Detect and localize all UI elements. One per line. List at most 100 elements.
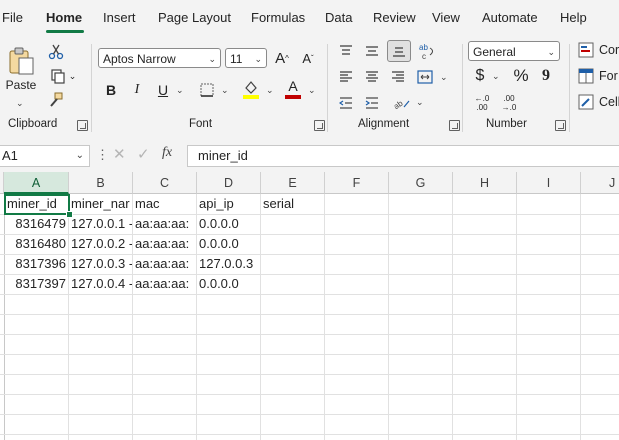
cancel-icon[interactable]: ✕ — [113, 145, 126, 163]
wrap-text-button[interactable]: ab c — [417, 40, 437, 62]
decrease-font-size-button[interactable]: Aˇ — [298, 48, 318, 68]
underline-dropdown-caret[interactable]: ⌄ — [176, 85, 184, 96]
cell-d3[interactable]: 0.0.0.0 — [196, 234, 260, 254]
format-as-table-button[interactable] — [578, 68, 594, 84]
align-left-button[interactable] — [337, 68, 355, 86]
cell-b5[interactable]: 127.0.0.4 - — [68, 274, 132, 294]
font-color-button[interactable]: A — [283, 78, 303, 100]
cell-a5[interactable]: 8317397 — [4, 274, 68, 294]
chevron-down-icon[interactable]: ⌄ — [76, 146, 84, 166]
cut-button[interactable] — [46, 42, 66, 62]
cell-styles-button[interactable] — [578, 94, 594, 110]
bold-button[interactable]: B — [103, 80, 119, 100]
merge-dropdown-caret[interactable]: ⌄ — [440, 72, 448, 83]
number-format-select[interactable]: General ⌄ — [468, 41, 560, 61]
column-header-a[interactable]: A — [4, 172, 69, 194]
cell-b1[interactable]: miner_nar — [68, 194, 132, 214]
cell-c1[interactable]: mac — [132, 194, 196, 214]
fill-handle[interactable] — [66, 211, 73, 218]
cell-a3[interactable]: 8316480 — [4, 234, 68, 254]
column-header-j[interactable]: J — [581, 172, 619, 194]
conditional-formatting-button[interactable] — [578, 42, 594, 58]
align-right-button[interactable] — [389, 68, 407, 86]
cell-d2[interactable]: 0.0.0.0 — [196, 214, 260, 234]
column-header-h[interactable]: H — [453, 172, 517, 194]
column-header-b[interactable]: B — [69, 172, 133, 194]
paste-button[interactable]: Paste — [4, 42, 38, 96]
spreadsheet-grid[interactable]: A B C D E F G H I J miner_id miner_nar m… — [0, 172, 619, 440]
comma-style-button[interactable]: 9 — [538, 66, 554, 86]
column-header-c[interactable]: C — [133, 172, 197, 194]
copy-button[interactable]: ⌄ — [46, 66, 80, 86]
cell-d4[interactable]: 127.0.0.3 — [196, 254, 260, 274]
currency-dropdown-caret[interactable]: ⌄ — [492, 71, 500, 82]
cell-a4[interactable]: 8317396 — [4, 254, 68, 274]
cell-d5[interactable]: 0.0.0.0 — [196, 274, 260, 294]
merge-center-button[interactable] — [415, 67, 435, 87]
cell-c3[interactable]: aa:aa:aa: — [132, 234, 196, 254]
increase-indent-button[interactable] — [363, 94, 381, 112]
tab-insert[interactable]: Insert — [103, 10, 136, 25]
gridline — [260, 194, 261, 440]
increase-indent-icon — [365, 97, 378, 109]
cell-e1[interactable]: serial — [260, 194, 324, 214]
align-center-button[interactable] — [363, 68, 381, 86]
tab-file[interactable]: File — [2, 10, 23, 25]
tab-data[interactable]: Data — [325, 10, 352, 25]
italic-button[interactable]: I — [129, 80, 145, 100]
cell-d1[interactable]: api_ip — [196, 194, 260, 214]
cell-styles-label: Cell — [599, 95, 619, 109]
tab-page-layout[interactable]: Page Layout — [158, 10, 231, 25]
cell-c4[interactable]: aa:aa:aa: — [132, 254, 196, 274]
currency-button[interactable]: $ — [472, 66, 488, 86]
formula-input[interactable]: miner_id — [187, 145, 619, 167]
fill-color-button[interactable] — [241, 78, 261, 100]
paste-label: Paste — [5, 78, 37, 92]
increase-decimal-button[interactable]: ←.0 .00 — [470, 93, 494, 113]
font-name-select[interactable]: Aptos Narrow ⌄ — [98, 48, 221, 68]
tab-help[interactable]: Help — [560, 10, 587, 25]
borders-button[interactable] — [197, 80, 217, 100]
cell-c5[interactable]: aa:aa:aa: — [132, 274, 196, 294]
font-color-dropdown-caret[interactable]: ⌄ — [308, 85, 316, 96]
tab-view[interactable]: View — [432, 10, 460, 25]
format-painter-button[interactable] — [46, 90, 66, 110]
column-header-f[interactable]: F — [325, 172, 389, 194]
align-bottom-button[interactable] — [387, 40, 411, 62]
align-top-button[interactable] — [337, 42, 355, 60]
cell-c2[interactable]: aa:aa:aa: — [132, 214, 196, 234]
tab-review[interactable]: Review — [373, 10, 416, 25]
cell-a2[interactable]: 8316479 — [4, 214, 68, 234]
paste-dropdown-caret[interactable]: ⌄ — [16, 98, 24, 109]
column-header-e[interactable]: E — [261, 172, 325, 194]
column-header-g[interactable]: G — [389, 172, 453, 194]
align-middle-button[interactable] — [363, 42, 381, 60]
insert-function-icon[interactable]: fx — [162, 145, 172, 161]
increase-font-size-button[interactable]: A ^ — [272, 48, 292, 68]
tab-formulas[interactable]: Formulas — [251, 10, 305, 25]
cell-b3[interactable]: 127.0.0.2 - — [68, 234, 132, 254]
column-header-i[interactable]: I — [517, 172, 581, 194]
clipboard-dialog-launcher[interactable] — [77, 120, 88, 131]
name-box[interactable]: A1 ⌄ — [0, 145, 90, 167]
font-size-select[interactable]: 11 ⌄ — [225, 48, 267, 68]
fill-color-dropdown-caret[interactable]: ⌄ — [266, 85, 274, 96]
underline-button[interactable]: U — [155, 80, 171, 100]
decrease-decimal-button[interactable]: .00 →.0 — [497, 93, 521, 113]
cell-b2[interactable]: 127.0.0.1 - — [68, 214, 132, 234]
percent-button[interactable]: % — [510, 66, 532, 86]
column-header-d[interactable]: D — [197, 172, 261, 194]
number-dialog-launcher[interactable] — [555, 120, 566, 131]
borders-dropdown-caret[interactable]: ⌄ — [221, 85, 229, 96]
gridline — [0, 414, 619, 415]
enter-check-icon[interactable]: ✓ — [137, 145, 150, 163]
font-dialog-launcher[interactable] — [314, 120, 325, 131]
tab-home[interactable]: Home — [46, 10, 82, 25]
more-options-icon[interactable]: ⋮ — [96, 147, 109, 163]
cell-b4[interactable]: 127.0.0.3 - — [68, 254, 132, 274]
alignment-dialog-launcher[interactable] — [449, 120, 460, 131]
orientation-button[interactable]: ab — [391, 93, 413, 113]
decrease-indent-button[interactable] — [337, 94, 355, 112]
tab-automate[interactable]: Automate — [482, 10, 538, 25]
orientation-dropdown-caret[interactable]: ⌄ — [416, 97, 424, 108]
